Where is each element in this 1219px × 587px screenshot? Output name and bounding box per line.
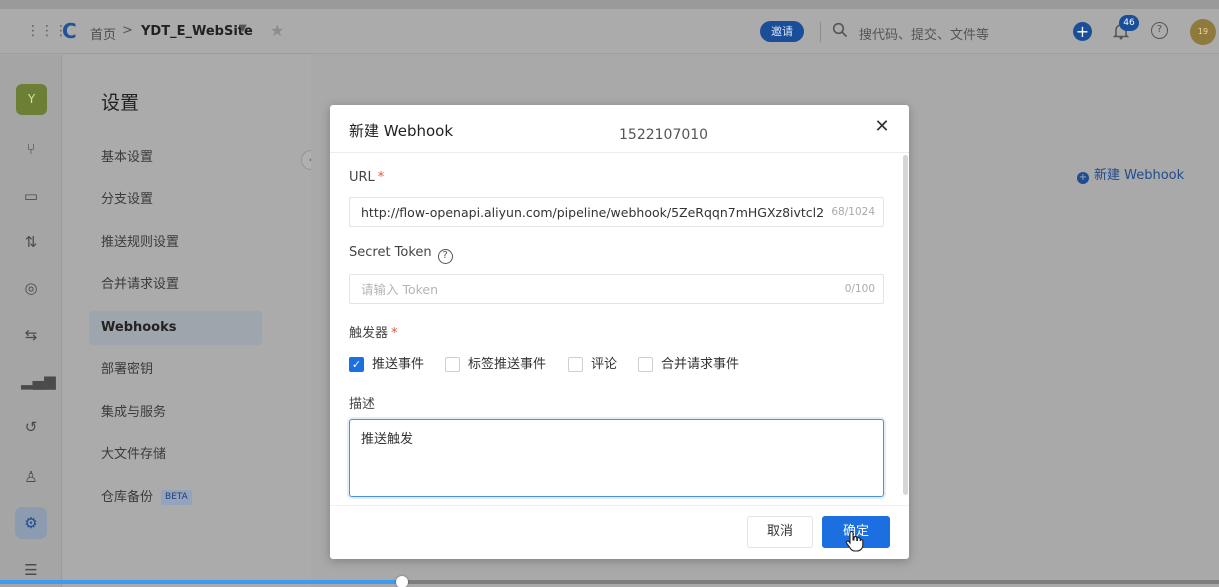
url-label-text: URL bbox=[349, 170, 375, 185]
settings-menu-backup-label: 仓库备份 bbox=[101, 490, 154, 505]
branch-icon[interactable]: ⑂ bbox=[21, 139, 41, 159]
required-mark: * bbox=[377, 170, 385, 185]
settings-menu-push-rules[interactable]: 推送规则设置 bbox=[89, 226, 299, 260]
video-progress-handle[interactable] bbox=[396, 576, 409, 587]
breadcrumb-repo[interactable]: YDT_E_WebSite bbox=[141, 24, 253, 39]
required-mark: * bbox=[391, 326, 398, 341]
close-icon[interactable]: ✕ bbox=[873, 117, 891, 137]
trigger-tag-push-label: 标签推送事件 bbox=[468, 357, 547, 372]
app-grid-icon[interactable]: ⋮⋮⋮ bbox=[26, 23, 68, 39]
add-circle-icon: + bbox=[1077, 172, 1089, 184]
settings-icon[interactable]: ⚙ bbox=[21, 513, 41, 533]
secret-token-label: Secret Token? bbox=[349, 245, 453, 264]
help-circle-icon[interactable]: ? bbox=[437, 249, 453, 264]
trigger-label: 触发器 * bbox=[349, 322, 398, 341]
trigger-merge-request-label: 合并请求事件 bbox=[661, 357, 740, 372]
new-webhook-dialog: 新建 Webhook 1522107010 ✕ URL* 68/1024 Sec… bbox=[330, 105, 909, 559]
settings-menu-backup[interactable]: 仓库备份 BETA bbox=[89, 481, 299, 515]
invite-button[interactable]: 邀请 bbox=[760, 21, 804, 42]
dialog-title: 新建 Webhook bbox=[349, 122, 454, 140]
compare-icon[interactable]: ⇆ bbox=[21, 325, 41, 345]
settings-menu-integrations[interactable]: 集成与服务 bbox=[89, 396, 299, 430]
token-char-counter: 0/100 bbox=[844, 283, 875, 295]
settings-menu-deploy-keys[interactable]: 部署密钥 bbox=[89, 353, 299, 387]
project-avatar[interactable]: Y bbox=[16, 84, 47, 115]
settings-menu-lfs[interactable]: 大文件存储 bbox=[89, 438, 299, 472]
dialog-header: 新建 Webhook 1522107010 ✕ bbox=[330, 105, 909, 153]
stats-icon[interactable]: ▂▄▆ bbox=[21, 371, 56, 391]
left-icon-rail: Y ⑂ ▭ ⇅ ◎ ⇆ ▂▄▆ ↺ ♙ ⚙ ☰ bbox=[0, 55, 62, 587]
trigger-label-text: 触发器 bbox=[349, 326, 389, 341]
global-search-input[interactable]: 搜代码、提交、文件等 bbox=[859, 24, 989, 43]
dialog-footer: 取消 确定 bbox=[330, 505, 909, 559]
top-strip bbox=[0, 0, 1219, 9]
video-progress-fill bbox=[0, 580, 403, 584]
dialog-scrollbar[interactable] bbox=[903, 155, 908, 495]
chevron-down-icon[interactable]: ▼ bbox=[239, 23, 247, 34]
settings-menu-basic[interactable]: 基本设置 bbox=[89, 141, 299, 175]
settings-menu-branch[interactable]: 分支设置 bbox=[89, 183, 299, 217]
trigger-comment-label: 评论 bbox=[591, 357, 618, 372]
overlay-id-text: 1522107010 bbox=[619, 127, 709, 143]
cancel-button[interactable]: 取消 bbox=[747, 516, 813, 548]
settings-panel: 设置 基本设置 分支设置 推送规则设置 合并请求设置 Webhooks 部署密钥… bbox=[63, 55, 311, 587]
url-char-counter: 68/1024 bbox=[831, 206, 875, 218]
secret-token-field[interactable]: 0/100 bbox=[349, 274, 884, 304]
menu-icon[interactable]: ☰ bbox=[21, 560, 41, 580]
user-avatar[interactable]: 19 bbox=[1190, 19, 1216, 45]
settings-menu-webhooks[interactable]: Webhooks bbox=[89, 311, 262, 345]
secret-token-input[interactable] bbox=[361, 275, 826, 303]
notification-badge: 46 bbox=[1119, 15, 1139, 31]
header-divider bbox=[820, 22, 821, 42]
merge-request-icon[interactable]: ⇅ bbox=[21, 232, 41, 252]
member-icon[interactable]: ♙ bbox=[21, 467, 41, 487]
checkbox-icon[interactable] bbox=[445, 357, 460, 372]
search-icon bbox=[832, 22, 848, 38]
checkbox-checked-icon[interactable]: ✓ bbox=[349, 357, 364, 372]
checkbox-icon[interactable] bbox=[638, 357, 653, 372]
pipeline-icon[interactable]: ◎ bbox=[21, 278, 41, 298]
settings-menu-merge-request[interactable]: 合并请求设置 bbox=[89, 268, 299, 302]
url-input[interactable] bbox=[361, 198, 826, 226]
trigger-push-label: 推送事件 bbox=[372, 357, 425, 372]
checkbox-icon[interactable] bbox=[568, 357, 583, 372]
settings-title: 设置 bbox=[101, 92, 140, 114]
description-textarea[interactable]: 推送触发 bbox=[349, 419, 884, 497]
url-label: URL * bbox=[349, 170, 384, 185]
star-icon[interactable]: ★ bbox=[270, 21, 284, 40]
breadcrumb-home[interactable]: 首页 bbox=[90, 24, 116, 43]
hand-cursor-icon bbox=[845, 531, 864, 552]
description-label: 描述 bbox=[349, 397, 376, 412]
beta-badge: BETA bbox=[161, 490, 192, 505]
new-webhook-link[interactable]: + 新建 Webhook bbox=[1077, 164, 1184, 184]
help-icon[interactable]: ? bbox=[1151, 22, 1168, 39]
url-field[interactable]: 68/1024 bbox=[349, 197, 884, 227]
tag-icon[interactable]: ▭ bbox=[21, 186, 41, 206]
codeup-logo-icon[interactable]: C bbox=[62, 21, 80, 41]
secret-token-label-text: Secret Token bbox=[349, 245, 432, 260]
breadcrumb-separator: > bbox=[122, 23, 133, 38]
history-icon[interactable]: ↺ bbox=[21, 417, 41, 437]
top-header: ⋮⋮⋮ C 首页 > YDT_E_WebSite ▼ ★ 邀请 搜代码、提交、文… bbox=[0, 9, 1219, 54]
new-webhook-label: 新建 Webhook bbox=[1094, 168, 1185, 183]
create-plus-button[interactable]: + bbox=[1073, 22, 1092, 41]
